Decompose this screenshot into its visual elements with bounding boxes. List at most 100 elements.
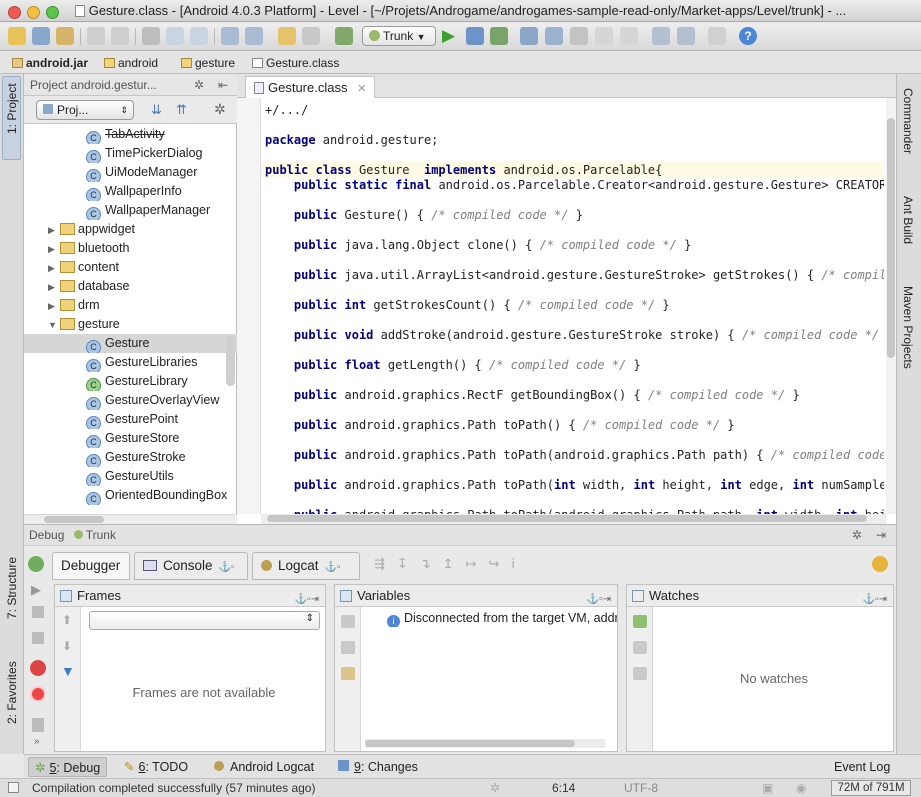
tool-tab-changes[interactable]: 9: Changes <box>332 757 424 777</box>
tool-tab-event-log[interactable]: Event Log <box>828 757 896 777</box>
tree-item-wallpapermanager[interactable]: C WallpaperManager <box>24 201 237 220</box>
breadcrumb-item[interactable]: Gesture.class <box>248 54 343 72</box>
tree-item-gestureutils[interactable]: C GestureUtils <box>24 467 237 486</box>
code-line[interactable]: public android.graphics.Path toPath(int … <box>265 477 884 493</box>
mute-breakpoints-icon[interactable] <box>30 686 46 702</box>
settings-icon[interactable]: ✲ <box>214 101 226 118</box>
tree-item-database[interactable]: ▶ database <box>24 277 237 296</box>
collapse-arrow-icon[interactable]: ▼ <box>48 316 60 334</box>
code-line[interactable]: public java.util.ArrayList<android.gestu… <box>265 267 884 283</box>
settings-icon[interactable] <box>341 667 355 680</box>
expand-arrow-icon[interactable]: ▶ <box>48 240 60 258</box>
expand-arrow-icon[interactable]: ▶ <box>48 259 60 277</box>
gear-icon[interactable]: ✲ <box>194 74 204 95</box>
status-toggle-icon[interactable] <box>8 782 19 793</box>
more-icon[interactable]: » <box>34 736 40 747</box>
find-icon[interactable] <box>221 27 239 45</box>
tool-tab-debug[interactable]: ✲ 5: Debug <box>28 757 108 777</box>
paste-icon[interactable] <box>190 27 208 45</box>
vcs-update-icon[interactable] <box>595 27 613 45</box>
pin-icon[interactable]: ⚓▫ <box>325 562 341 573</box>
tool-tab-todo[interactable]: ✎ 6: TODO <box>118 757 194 777</box>
forward-icon[interactable] <box>302 27 320 45</box>
code-line[interactable]: public android.graphics.Path toPath(andr… <box>265 507 884 514</box>
stop-icon[interactable] <box>32 632 44 644</box>
undo-icon[interactable] <box>87 27 105 45</box>
expand-arrow-icon[interactable]: ▶ <box>48 297 60 315</box>
tab-console[interactable]: Console ⚓▫ <box>134 552 248 580</box>
maven-tool-label[interactable]: Maven Projects <box>901 286 915 369</box>
tree-item-gesture[interactable]: ▼ gesture <box>24 315 237 334</box>
favorites-tool-label[interactable]: 2: Favorites <box>5 661 19 724</box>
hide-panel-icon[interactable]: ⇥ <box>876 525 886 546</box>
tab-debugger[interactable]: Debugger <box>52 552 130 580</box>
watch-icon[interactable] <box>341 641 355 654</box>
tree-horizontal-scrollbar[interactable] <box>24 514 237 524</box>
pin-icon[interactable]: ⚓▫ <box>219 562 235 573</box>
hide-panel-icon[interactable]: ⇤ <box>218 74 228 95</box>
tree-item-tabactivity[interactable]: C TabActivity <box>24 125 237 144</box>
tasks-icon[interactable] <box>708 27 726 45</box>
tree-item-uimodemanager[interactable]: C UiModeManager <box>24 163 237 182</box>
pane-controls[interactable]: ⚓▫⇥ <box>863 589 887 610</box>
expand-arrow-icon[interactable]: ▶ <box>48 278 60 296</box>
resume-icon[interactable]: ▶ <box>31 582 41 598</box>
tree-item-gesturestroke[interactable]: C GestureStroke <box>24 448 237 467</box>
tree-item-gesturestore[interactable]: C GestureStore <box>24 429 237 448</box>
close-window-button[interactable] <box>8 6 21 19</box>
tool-tab-android-logcat[interactable]: Android Logcat <box>208 757 320 777</box>
code-line[interactable]: public float getLength() { /* compiled c… <box>265 357 641 373</box>
copy-icon[interactable] <box>166 27 184 45</box>
code-line[interactable]: public android.graphics.Path toPath(andr… <box>265 447 884 463</box>
run-icon[interactable]: ▶ <box>442 27 460 45</box>
rerun-icon[interactable] <box>28 556 44 572</box>
back-icon[interactable] <box>278 27 296 45</box>
down-arrow-icon[interactable]: ⬇ <box>62 639 72 653</box>
code-line[interactable]: public android.graphics.RectF getBoundin… <box>265 387 800 403</box>
tree-item-gesturepoint[interactable]: C GesturePoint <box>24 410 237 429</box>
inspector-icon[interactable]: ◉ <box>796 779 806 797</box>
code-line[interactable]: public int getStrokesCount() { /* compil… <box>265 297 670 313</box>
tree-item-wallpaperinfo[interactable]: C WallpaperInfo <box>24 182 237 201</box>
collapse-all-icon[interactable]: ⇈ <box>176 102 187 118</box>
step-controls[interactable]: ⇶↧↴↥↦↪ⅰ <box>374 556 527 572</box>
tree-item-appwidget[interactable]: ▶ appwidget <box>24 220 237 239</box>
remove-watch-icon[interactable] <box>633 641 647 654</box>
open-folder-icon[interactable] <box>8 27 26 45</box>
lock-icon[interactable]: ▣ <box>762 779 773 797</box>
vcs-commit-icon[interactable] <box>620 27 638 45</box>
breadcrumb-item[interactable]: android <box>100 54 162 72</box>
settings-icon[interactable] <box>652 27 670 45</box>
sync-icon[interactable] <box>56 27 74 45</box>
replace-icon[interactable] <box>245 27 263 45</box>
code-line[interactable]: public android.graphics.Path toPath() { … <box>265 417 735 433</box>
breadcrumb-item[interactable]: gesture <box>177 54 239 72</box>
help-icon[interactable]: ? <box>739 27 757 45</box>
export-threads-icon[interactable] <box>32 718 44 732</box>
run-config-select[interactable]: Trunk ▼ <box>362 26 436 46</box>
view-breakpoints-icon[interactable] <box>30 660 46 676</box>
debug-icon[interactable] <box>466 27 484 45</box>
close-tab-icon[interactable]: ✕ <box>357 83 366 95</box>
structure-tool-label[interactable]: 7: Structure <box>5 557 19 619</box>
hector-icon[interactable]: ✲ <box>490 779 500 797</box>
pause-icon[interactable] <box>32 606 44 618</box>
up-arrow-icon[interactable]: ⬆ <box>62 613 72 627</box>
code-line[interactable]: public Gesture() { /* compiled code */ } <box>265 207 583 223</box>
scroll-from-source-icon[interactable]: ⇊ <box>151 102 162 118</box>
memory-indicator[interactable]: 72M of 791M <box>831 780 911 796</box>
pane-controls[interactable]: ⚓▫⇥ <box>587 589 611 610</box>
structure-icon[interactable] <box>570 27 588 45</box>
caret-position[interactable]: 6:14 <box>552 779 575 797</box>
project-view-select[interactable]: Proj... ⇕ <box>36 100 134 120</box>
editor-vertical-scrollbar[interactable] <box>886 98 896 514</box>
tree-item-gesturelibrary[interactable]: C GestureLibrary <box>24 372 237 391</box>
remove-all-watches-icon[interactable] <box>633 667 647 680</box>
tree-item-gesture-class[interactable]: C Gesture <box>24 334 237 353</box>
code-line[interactable]: public static final android.os.Parcelabl… <box>265 177 884 193</box>
evaluate-icon[interactable] <box>341 615 355 628</box>
zoom-window-button[interactable] <box>46 6 59 19</box>
editor-horizontal-scrollbar[interactable] <box>261 514 886 524</box>
thread-select[interactable]: ⇕ <box>89 611 320 630</box>
tree-scrollbar[interactable] <box>226 336 235 386</box>
